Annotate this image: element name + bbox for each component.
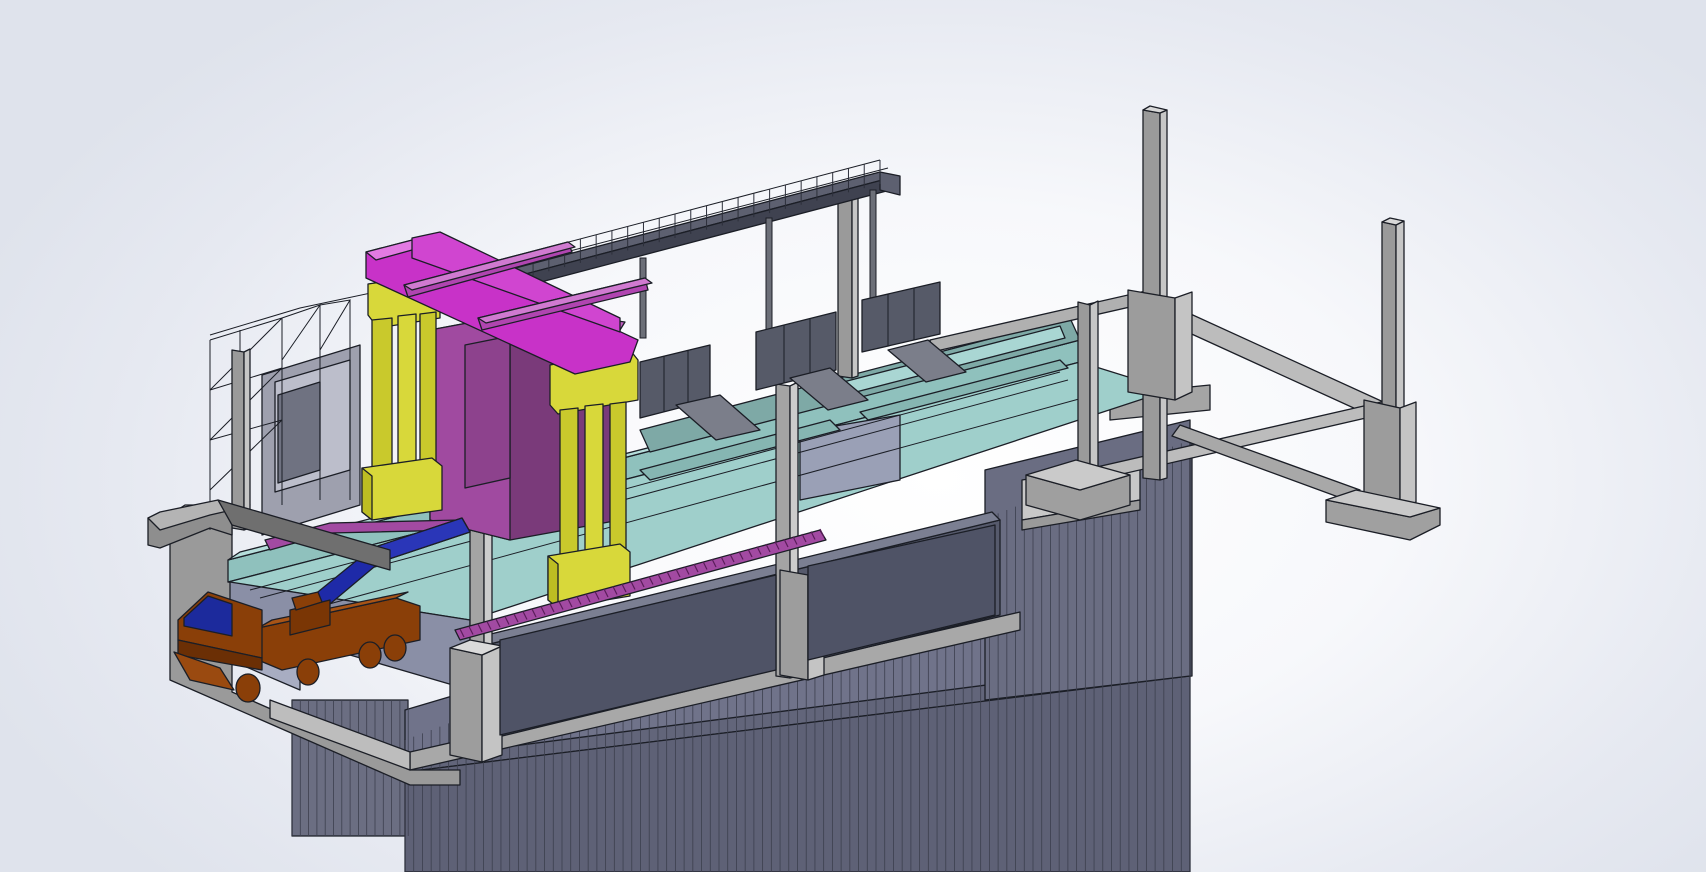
steel-scaffold-tower-icon	[209, 289, 386, 536]
cad-viewport[interactable]	[0, 0, 1706, 872]
cad-model-view[interactable]	[0, 0, 1706, 872]
